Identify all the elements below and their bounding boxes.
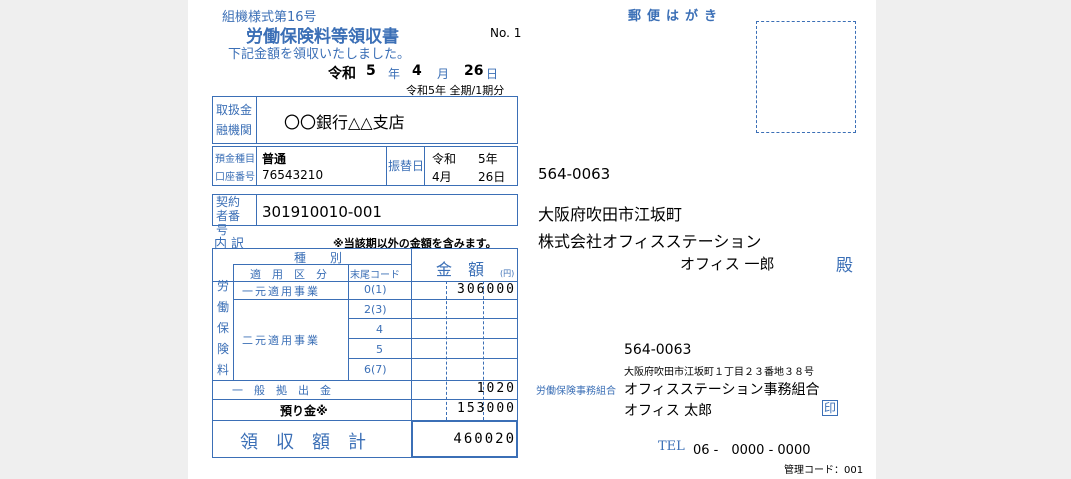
side-label: 労働保険料 <box>217 279 230 377</box>
issue-day-unit: 日 <box>486 67 499 81</box>
col-category: 適 用 区 分 <box>250 268 327 281</box>
receipt-number: No. 1 <box>490 26 522 40</box>
total-label: 領 収 額 計 <box>240 432 366 453</box>
receipt-postcard: 組機様式第16号 労働保険料等領収書 No. 1 下記金額を領収いたしました。 … <box>188 0 876 479</box>
bank-label: 取扱金融機関 <box>216 103 253 137</box>
transfer-year: 5年 <box>478 152 498 166</box>
seal-mark: 印 <box>822 400 839 416</box>
honorific: 殿 <box>836 256 853 276</box>
issue-year: 5 <box>366 63 376 79</box>
contract-label: 契約者番号 <box>216 195 241 237</box>
code-row-5: 6(7) <box>364 363 387 376</box>
management-code: 管理コード：001 <box>784 465 864 476</box>
yen-unit: (円) <box>500 269 515 278</box>
sender-postal: 564-0063 <box>624 342 692 358</box>
contract-number: 301910010-001 <box>262 203 382 221</box>
code-row-2: 2(3) <box>364 303 387 316</box>
amount-row-1: 306000 <box>457 282 516 297</box>
issue-year-unit: 年 <box>388 67 401 81</box>
bank-name: 〇〇銀行△△支店 <box>284 113 405 132</box>
code-row-4: 5 <box>376 343 383 356</box>
account-number: 76543210 <box>262 168 324 182</box>
stamp-area <box>756 21 856 133</box>
sender-org: オフィスステーション事務組合 <box>624 382 820 398</box>
code-row-1: 0(1) <box>364 283 387 296</box>
category-1: 一元適用事業 <box>242 285 320 298</box>
issue-month-unit: 月 <box>437 67 450 81</box>
category-2: 二元適用事業 <box>242 334 320 347</box>
issue-month: 4 <box>412 63 422 79</box>
deposit-type-label: 預金種目 <box>215 154 255 165</box>
recipient-postal: 564-0063 <box>538 165 611 183</box>
transfer-month: 4月 <box>432 170 452 184</box>
sender-label: 労働保険事務組合 <box>536 386 616 397</box>
col-amount: 金 額 <box>436 260 485 279</box>
postcard-header: 郵便はがき <box>628 9 724 24</box>
recipient-person: オフィス 一郎 <box>680 255 775 273</box>
sender-address: 大阪府吹田市江坂町１丁目２３番地３８号 <box>624 367 814 378</box>
deposit-box <box>212 146 518 186</box>
issue-era: 令和 <box>328 66 356 82</box>
deposit-type: 普通 <box>262 152 287 166</box>
tel-label: TEL <box>658 439 685 454</box>
general-amount: 1020 <box>476 381 516 396</box>
issue-day: 26 <box>464 63 484 79</box>
received-text: 下記金額を領収いたしました。 <box>228 47 411 62</box>
transfer-era: 令和 <box>432 152 457 166</box>
col-type: 種 別 <box>294 251 343 265</box>
sender-name: オフィス 太郎 <box>624 403 713 419</box>
transfer-label: 振替日 <box>388 159 425 173</box>
account-number-label: 口座番号 <box>215 172 255 183</box>
tel-number: 06 - 0000 - 0000 <box>693 443 811 458</box>
col-code: 末尾コード <box>350 270 400 281</box>
deposit-amount: 153000 <box>457 401 516 416</box>
total-amount: 460020 <box>453 431 516 447</box>
code-row-3: 4 <box>376 323 383 336</box>
recipient-company: 株式会社オフィスステーション <box>538 232 762 251</box>
deposit-amount-label: 預り金※ <box>280 404 328 418</box>
recipient-address: 大阪府吹田市江坂町 <box>538 205 683 224</box>
general-label: 一 般 拠 出 金 <box>232 384 331 397</box>
transfer-day: 26日 <box>478 170 506 184</box>
